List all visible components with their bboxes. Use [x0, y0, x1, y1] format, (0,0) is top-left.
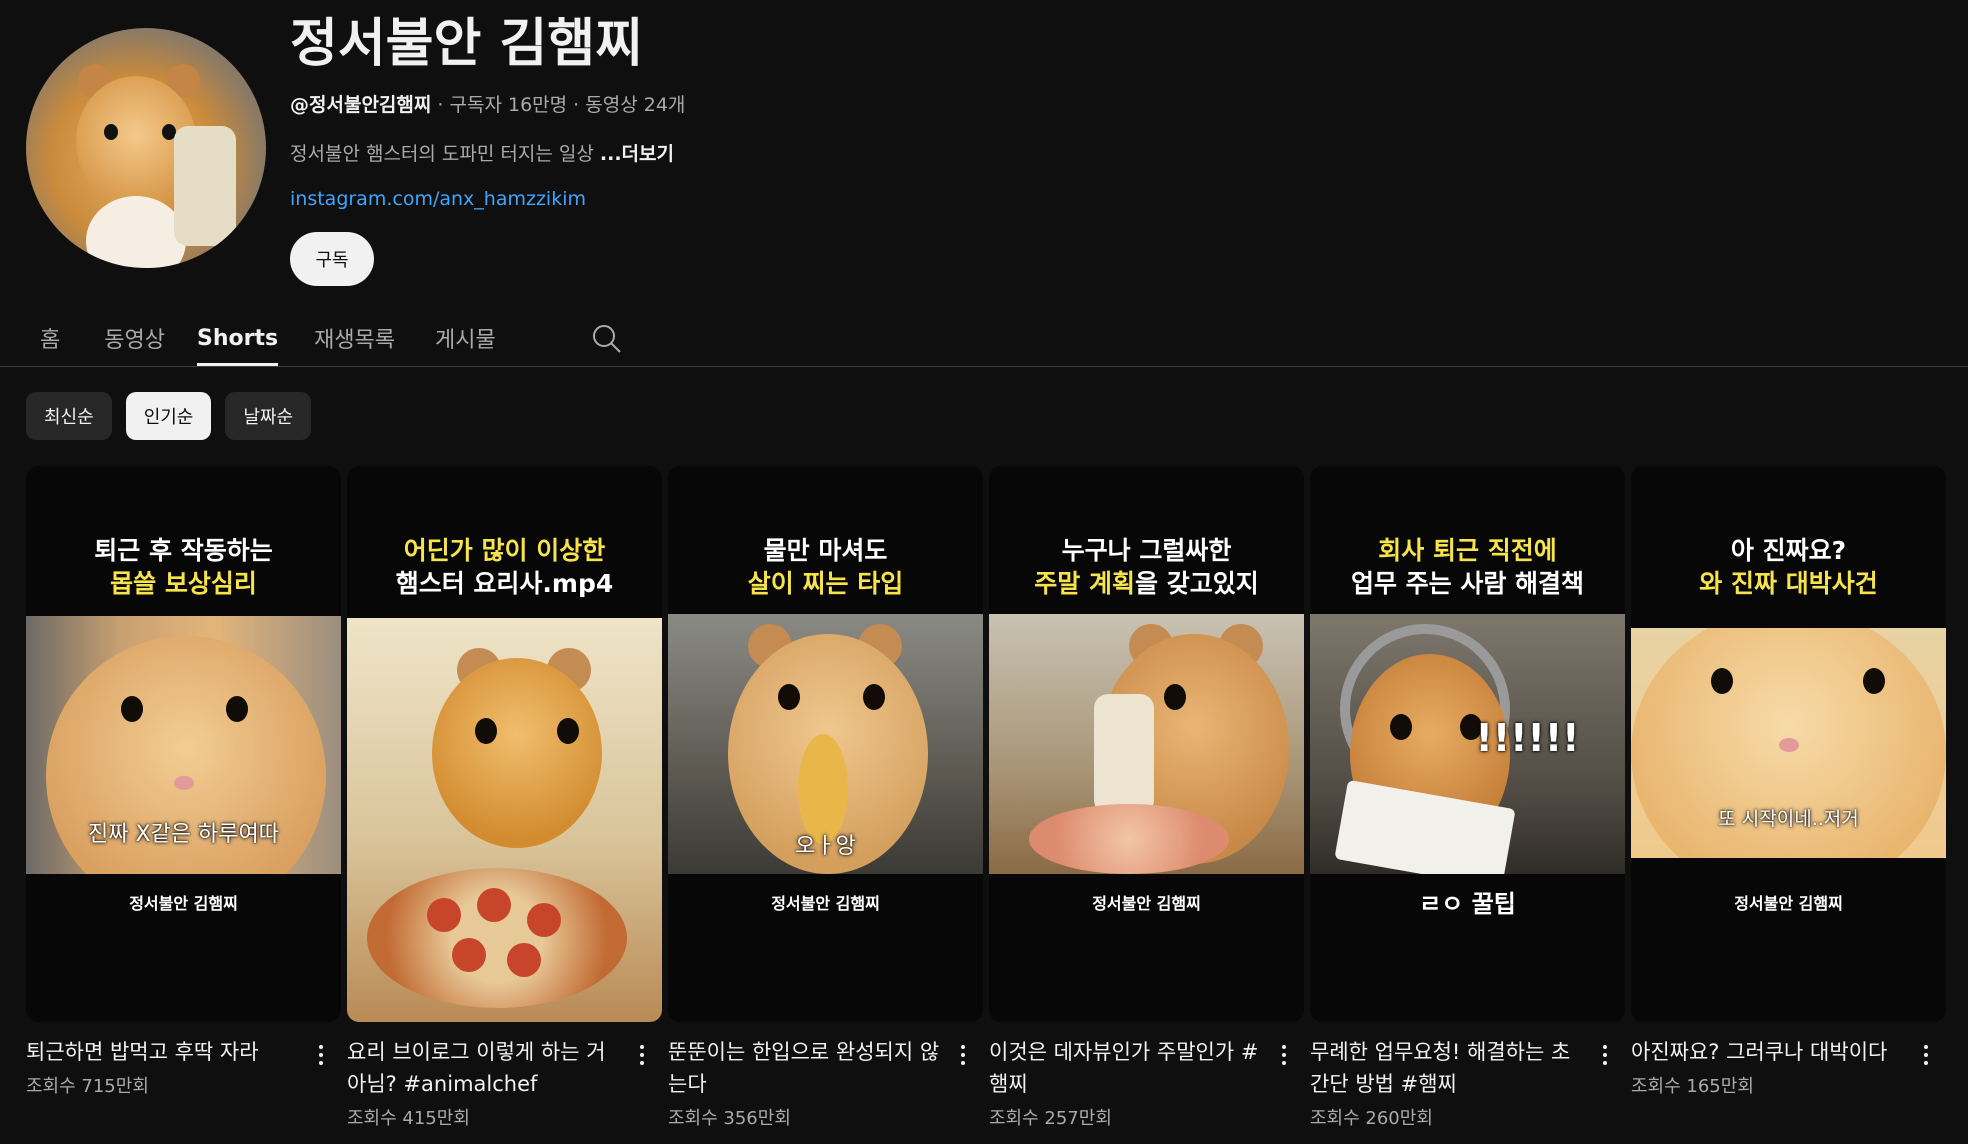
tab-home[interactable]: 홈	[40, 310, 60, 366]
channel-title: 정서불안 김햄찌	[290, 14, 643, 74]
short-views: 조회수 165만회	[1631, 1076, 1754, 1097]
short-title[interactable]: 뚠뚠이는 한입으로 완성되지 않는다	[668, 1036, 943, 1100]
short-title[interactable]: 이것은 데자뷰인가 주말인가 #햄찌	[989, 1036, 1264, 1100]
short-title[interactable]: 아진짜요? 그러쿠나 대박이다	[1631, 1036, 1906, 1068]
short-title[interactable]: 요리 브이로그 이렇게 하는 거 아님? #animalchef	[347, 1036, 622, 1100]
thumbnail-watermark: 정서불안 김햄찌	[771, 894, 880, 913]
chip-latest[interactable]: 최신순	[26, 392, 112, 440]
hamster-image	[347, 618, 662, 1022]
more-vert-icon[interactable]	[953, 1040, 973, 1070]
thumbnail-caption: 퇴근 후 작동하는 몹쓸 보상심리	[94, 536, 273, 598]
short-card[interactable]: 어딘가 많이 이상한 햄스터 요리사.mp4 요리 브이로그 이렇게 하는 거 …	[347, 466, 662, 1130]
short-views: 조회수 260만회	[1310, 1108, 1433, 1129]
tab-videos[interactable]: 동영상	[104, 310, 165, 366]
short-thumbnail[interactable]: 어딘가 많이 이상한 햄스터 요리사.mp4	[347, 466, 662, 1022]
short-card[interactable]: 회사 퇴근 직전에 업무 주는 사람 해결책 !!!!!! ㄹㅇ 꿀팁 무례한 …	[1310, 466, 1625, 1130]
short-card[interactable]: 퇴근 후 작동하는 몹쓸 보상심리 진짜 X같은 하루여따 정서불안 김햄찌 퇴…	[26, 466, 341, 1130]
tab-posts[interactable]: 게시물	[435, 310, 496, 366]
thumbnail-overlay-text: 또 시작이네..저거	[1718, 808, 1859, 830]
short-card[interactable]: 누구나 그럴싸한 주말 계획을 갖고있지 정서불안 김햄찌 이것은 데자뷰인가 …	[989, 466, 1304, 1130]
short-views: 조회수 356만회	[668, 1108, 791, 1129]
thumbnail-caption: 회사 퇴근 직전에 업무 주는 사람 해결책	[1350, 536, 1585, 598]
thumbnail-watermark: ㄹㅇ 꿀팁	[1419, 890, 1516, 918]
more-vert-icon[interactable]	[632, 1040, 652, 1070]
short-card[interactable]: 아 진짜요? 와 진짜 대박사건 또 시작이네..저거 정서불안 김햄찌 아진짜…	[1631, 466, 1946, 1130]
thumbnail-caption: 어딘가 많이 이상한 햄스터 요리사.mp4	[395, 536, 614, 598]
more-vert-icon[interactable]	[1595, 1040, 1615, 1070]
tabs-divider	[0, 366, 1968, 367]
short-thumbnail[interactable]: 물만 마셔도 살이 찌는 타입 오ㅏ앙 정서불안 김햄찌	[668, 466, 983, 1022]
thumbnail-watermark: 정서불안 김햄찌	[1734, 894, 1843, 913]
short-info: 뚠뚠이는 한입으로 완성되지 않는다 조회수 356만회	[668, 1036, 983, 1130]
subscriber-count: 구독자 16만명	[449, 94, 568, 116]
more-vert-icon[interactable]	[1916, 1040, 1936, 1070]
more-vert-icon[interactable]	[1274, 1040, 1294, 1070]
channel-external-link[interactable]: instagram.com/anx_hamzzikim	[290, 188, 685, 210]
short-thumbnail[interactable]: 아 진짜요? 와 진짜 대박사건 또 시작이네..저거 정서불안 김햄찌	[1631, 466, 1946, 1022]
short-info: 퇴근하면 밥먹고 후딱 자라 조회수 715만회	[26, 1036, 341, 1098]
thumbnail-watermark: 정서불안 김햄찌	[129, 894, 238, 913]
short-info: 무례한 업무요청! 해결하는 초간단 방법 #햄찌 조회수 260만회	[1310, 1036, 1625, 1130]
short-views: 조회수 415만회	[347, 1108, 470, 1129]
thumbnail-overlay-text: !!!!!!	[1475, 716, 1580, 760]
short-thumbnail[interactable]: 회사 퇴근 직전에 업무 주는 사람 해결책 !!!!!! ㄹㅇ 꿀팁	[1310, 466, 1625, 1022]
more-link[interactable]: ...더보기	[600, 143, 674, 165]
meta-separator: ·	[431, 94, 450, 116]
meta-separator: ·	[567, 94, 586, 116]
short-info: 이것은 데자뷰인가 주말인가 #햄찌 조회수 257만회	[989, 1036, 1304, 1130]
thumbnail-caption: 물만 마셔도 살이 찌는 타입	[747, 536, 904, 598]
thumbnail-overlay-text: 진짜 X같은 하루여따	[88, 822, 279, 847]
short-info: 아진짜요? 그러쿠나 대박이다 조회수 165만회	[1631, 1036, 1946, 1098]
subscribe-button[interactable]: 구독	[290, 232, 374, 286]
short-views: 조회수 257만회	[989, 1108, 1112, 1129]
channel-info: 정서불안 김햄찌 @정서불안김햄찌 · 구독자 16만명 · 동영상 24개 정…	[290, 14, 685, 286]
channel-avatar[interactable]	[26, 28, 266, 268]
thumbnail-overlay-text: 오ㅏ앙	[795, 834, 856, 859]
hamster-image	[989, 614, 1304, 874]
channel-header: 정서불안 김햄찌 @정서불안김햄찌 · 구독자 16만명 · 동영상 24개 정…	[26, 14, 685, 286]
channel-tabs: 홈 동영상 Shorts 재생목록 게시물	[26, 310, 621, 366]
chip-popular[interactable]: 인기순	[125, 392, 212, 440]
channel-handle: @정서불안김햄찌	[290, 94, 432, 116]
channel-meta: @정서불안김햄찌 · 구독자 16만명 · 동영상 24개	[290, 90, 685, 117]
chip-oldest[interactable]: 날짜순	[225, 392, 312, 440]
thumbnail-caption: 누구나 그럴싸한 주말 계획을 갖고있지	[1034, 536, 1259, 598]
shorts-grid: 퇴근 후 작동하는 몹쓸 보상심리 진짜 X같은 하루여따 정서불안 김햄찌 퇴…	[26, 466, 1946, 1130]
short-title[interactable]: 퇴근하면 밥먹고 후딱 자라	[26, 1036, 301, 1068]
thumbnail-caption: 아 진짜요? 와 진짜 대박사건	[1699, 536, 1878, 598]
sort-chips: 최신순 인기순 날짜순	[26, 392, 312, 440]
more-vert-icon[interactable]	[311, 1040, 331, 1070]
description-text: 정서불안 햄스터의 도파민 터지는 일상	[290, 143, 594, 165]
tab-shorts[interactable]: Shorts	[196, 310, 279, 366]
short-thumbnail[interactable]: 누구나 그럴싸한 주말 계획을 갖고있지 정서불안 김햄찌	[989, 466, 1304, 1022]
short-thumbnail[interactable]: 퇴근 후 작동하는 몹쓸 보상심리 진짜 X같은 하루여따 정서불안 김햄찌	[26, 466, 341, 1022]
short-title[interactable]: 무례한 업무요청! 해결하는 초간단 방법 #햄찌	[1310, 1036, 1585, 1100]
short-card[interactable]: 물만 마셔도 살이 찌는 타입 오ㅏ앙 정서불안 김햄찌 뚠뚠이는 한입으로 완…	[668, 466, 983, 1130]
thumbnail-watermark: 정서불안 김햄찌	[1092, 894, 1201, 913]
tab-playlists[interactable]: 재생목록	[314, 310, 395, 366]
search-icon[interactable]	[592, 324, 622, 354]
video-count: 동영상 24개	[585, 94, 686, 116]
short-info: 요리 브이로그 이렇게 하는 거 아님? #animalchef 조회수 415…	[347, 1036, 662, 1130]
short-views: 조회수 715만회	[26, 1076, 149, 1097]
channel-description[interactable]: 정서불안 햄스터의 도파민 터지는 일상 ...더보기	[290, 139, 685, 166]
